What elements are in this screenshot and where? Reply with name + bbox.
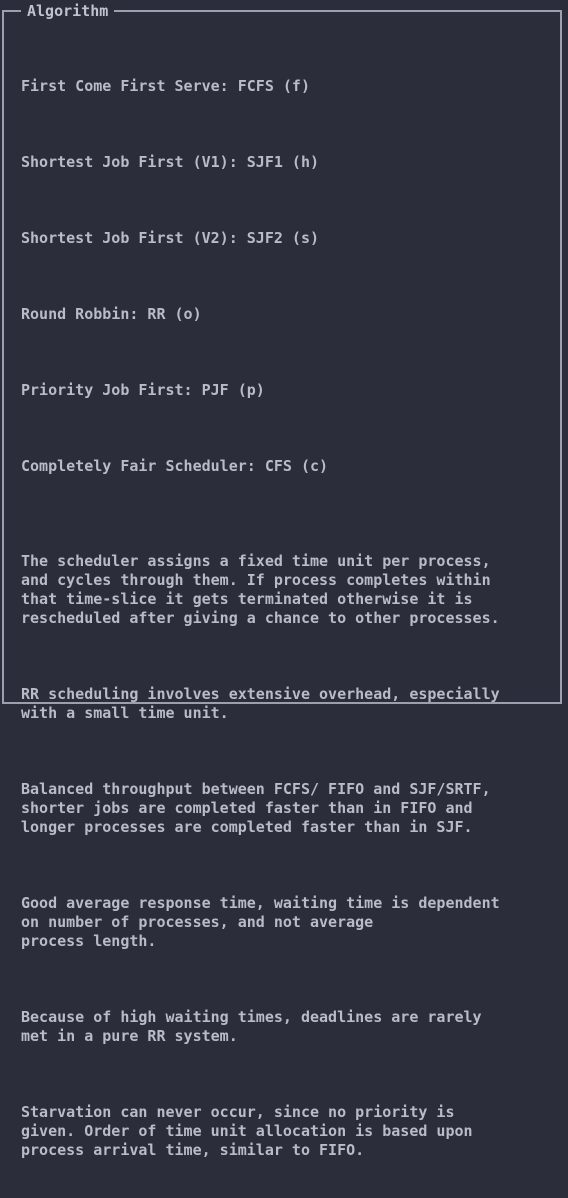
algorithm-panel: Algorithm First Come First Serve: FCFS (…: [2, 1, 562, 1159]
description-paragraph: Balanced throughput between FCFS/ FIFO a…: [21, 780, 491, 836]
description-paragraph: Good average response time, waiting time…: [21, 894, 500, 950]
algorithm-option-sjf1[interactable]: Shortest Job First (V1): SJF1 (h): [21, 153, 561, 172]
description-paragraph: RR scheduling involves extensive overhea…: [21, 685, 500, 722]
description-paragraph: Because of high waiting times, deadlines…: [21, 1008, 482, 1045]
description-paragraph: Starvation can never occur, since no pri…: [21, 1103, 473, 1159]
algorithm-option-cfs[interactable]: Completely Fair Scheduler: CFS (c): [21, 457, 561, 476]
algorithm-option-sjf2[interactable]: Shortest Job First (V2): SJF2 (s): [21, 229, 561, 248]
algorithm-option-pjf[interactable]: Priority Job First: PJF (p): [21, 381, 561, 400]
algorithm-option-fcfs[interactable]: First Come First Serve: FCFS (f): [21, 77, 561, 96]
panel-content: First Come First Serve: FCFS (f) Shortes…: [21, 39, 561, 1198]
algorithm-option-rr[interactable]: Round Robbin: RR (o): [21, 305, 561, 324]
description-paragraph: The scheduler assigns a fixed time unit …: [21, 552, 500, 627]
panel-title: Algorithm: [21, 1, 115, 21]
